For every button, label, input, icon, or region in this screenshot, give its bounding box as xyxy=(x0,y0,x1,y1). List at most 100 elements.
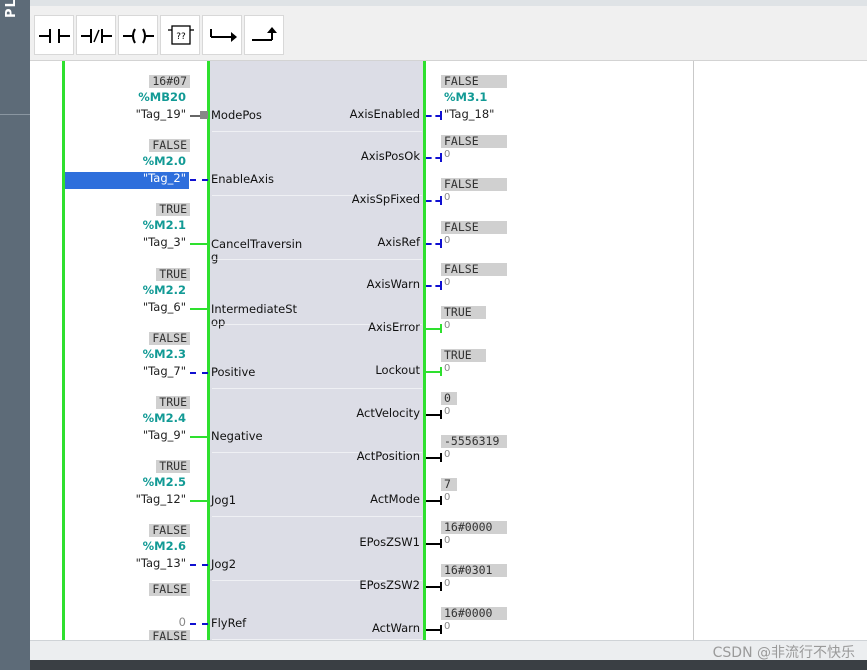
open-branch-button[interactable] xyxy=(202,15,242,55)
output-value-10: 16#0000 xyxy=(441,521,507,534)
input-address-7: %M2.6 xyxy=(142,539,186,553)
input-wire-7 xyxy=(190,564,208,566)
empty-box-button[interactable]: ?? xyxy=(160,15,200,55)
output-wire-end-2 xyxy=(440,196,442,205)
output-wire-end-11 xyxy=(440,582,442,591)
output-pin-0: AxisEnabled xyxy=(349,107,420,121)
input-tag-5[interactable]: "Tag_9" xyxy=(143,428,186,442)
output-tag-6[interactable]: 0 xyxy=(444,363,450,374)
output-value-3: FALSE xyxy=(441,221,507,234)
input-tag-3[interactable]: "Tag_6" xyxy=(143,300,186,314)
output-tag-3[interactable]: 0 xyxy=(444,235,450,246)
output-wire-end-6 xyxy=(440,367,442,376)
output-wire-2 xyxy=(426,200,441,202)
input-address-3: %M2.2 xyxy=(142,283,186,297)
output-tag-5[interactable]: 0 xyxy=(444,320,450,331)
output-wire-end-8 xyxy=(440,453,442,462)
output-wire-10 xyxy=(426,543,441,545)
output-value-4: FALSE xyxy=(441,263,507,276)
input-wire-4 xyxy=(190,372,208,374)
input-address-6: %M2.5 xyxy=(142,475,186,489)
output-pin-3: AxisRef xyxy=(377,235,420,249)
watermark: CSDN @非流行不快乐 xyxy=(712,645,855,661)
output-pin-5: AxisError xyxy=(368,320,420,334)
output-tag-0[interactable]: "Tag_18" xyxy=(444,107,494,121)
nc-contact-button[interactable] xyxy=(76,15,116,55)
close-branch-button[interactable] xyxy=(244,15,284,55)
input-pin-cont-2: g xyxy=(211,250,219,264)
output-tag-4[interactable]: 0 xyxy=(444,277,450,288)
ladder-editor[interactable]: 16#07 %MB20 "Tag_19" ModePos FALSE %M2.0 "Tag_… xyxy=(30,61,694,640)
output-tag-1[interactable]: 0 xyxy=(444,149,450,160)
coil-button[interactable] xyxy=(118,15,158,55)
input-tag-7[interactable]: "Tag_13" xyxy=(136,556,186,570)
output-tag-7[interactable]: 0 xyxy=(444,406,450,417)
input-tag-1[interactable]: "Tag_2" xyxy=(143,171,186,185)
output-tag-9[interactable]: 0 xyxy=(444,492,450,503)
output-wire-6 xyxy=(426,371,441,373)
output-value-0: FALSE xyxy=(441,75,507,88)
input-pin-cont-3: op xyxy=(211,315,226,329)
empty-box-glyph: ?? xyxy=(176,32,186,42)
input-separator-4 xyxy=(212,388,422,389)
output-value-9: 7 xyxy=(441,478,457,491)
output-value-5: TRUE xyxy=(441,306,486,319)
output-tag-2[interactable]: 0 xyxy=(444,192,450,203)
output-wire-end-12 xyxy=(440,625,442,634)
input-pin-8: FlyRef xyxy=(211,616,247,630)
input-value-8: FALSE xyxy=(149,583,190,596)
output-value-12: 16#0000 xyxy=(441,607,507,620)
input-wire-6 xyxy=(190,500,208,502)
function-block[interactable] xyxy=(209,61,423,640)
normally-open-contact-icon xyxy=(39,29,70,43)
input-wire-3 xyxy=(190,308,208,310)
output-wire-1 xyxy=(426,157,441,159)
input-pin-6: Jog1 xyxy=(211,493,237,507)
input-tag-4[interactable]: "Tag_7" xyxy=(143,364,186,378)
input-address-2: %M2.1 xyxy=(142,218,186,232)
output-pin-12: ActWarn xyxy=(372,621,420,635)
output-tag-10[interactable]: 0 xyxy=(444,535,450,546)
left-power-rail xyxy=(62,61,65,640)
input-value-9: FALSE xyxy=(149,630,190,640)
output-pin-4: AxisWarn xyxy=(366,277,420,291)
output-value-7: 0 xyxy=(441,392,457,405)
output-pin-6: Lockout xyxy=(375,363,420,377)
input-address-4: %M2.3 xyxy=(142,347,186,361)
panel-divider xyxy=(0,114,30,115)
output-pin-10: EPosZSW1 xyxy=(359,535,420,549)
output-wire-end-3 xyxy=(440,239,442,248)
input-pin-1: EnableAxis xyxy=(211,172,275,186)
input-tag-6[interactable]: "Tag_12" xyxy=(136,492,186,506)
input-pin-7: Jog2 xyxy=(211,557,237,571)
input-value-2: TRUE xyxy=(156,203,190,216)
output-wire-end-7 xyxy=(440,410,442,419)
input-tag-8[interactable]: 0 xyxy=(179,615,186,629)
input-value-3: TRUE xyxy=(156,268,190,281)
output-value-1: FALSE xyxy=(441,135,507,148)
input-tag-0[interactable]: "Tag_19" xyxy=(136,107,186,121)
input-wire-terminal-0 xyxy=(200,111,208,119)
input-pin-4: Positive xyxy=(211,365,256,379)
input-value-4: FALSE xyxy=(149,332,190,345)
output-wire-end-9 xyxy=(440,496,442,505)
output-value-8: -5556319 xyxy=(441,435,507,448)
output-wire-end-1 xyxy=(440,153,442,162)
input-value-5: TRUE xyxy=(156,396,190,409)
output-pin-7: ActVelocity xyxy=(356,406,420,420)
input-wire-5 xyxy=(190,436,208,438)
input-address-0: %MB20 xyxy=(138,90,186,104)
right-empty-area xyxy=(694,61,867,640)
output-tag-12[interactable]: 0 xyxy=(444,621,450,632)
input-separator-6 xyxy=(212,516,422,517)
input-address-1: %M2.0 xyxy=(142,154,186,168)
output-tag-8[interactable]: 0 xyxy=(444,449,450,460)
output-value-6: TRUE xyxy=(441,349,486,362)
no-contact-button[interactable] xyxy=(34,15,74,55)
input-tag-2[interactable]: "Tag_3" xyxy=(143,235,186,249)
output-wire-end-5 xyxy=(440,324,442,333)
input-value-1: FALSE xyxy=(149,139,190,152)
output-pin-8: ActPosition xyxy=(356,449,420,463)
panel-label: PL xyxy=(4,0,19,18)
output-tag-11[interactable]: 0 xyxy=(444,578,450,589)
